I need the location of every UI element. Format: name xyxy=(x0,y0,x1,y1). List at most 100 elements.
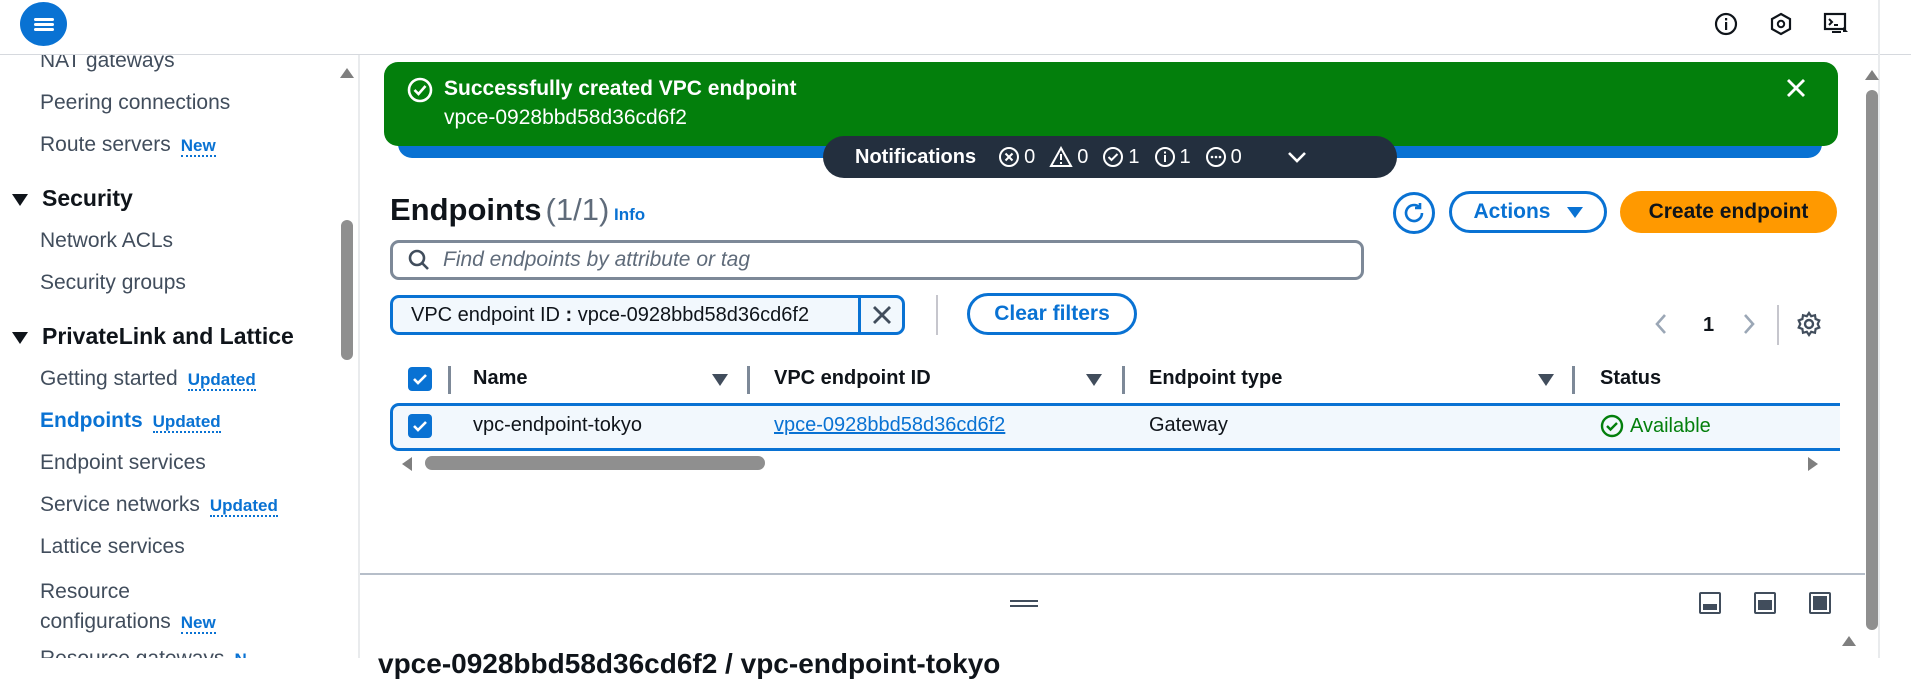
warning-count: 0 xyxy=(1049,146,1088,169)
item-count: (1/1) xyxy=(545,192,610,227)
chevron-down-icon[interactable] xyxy=(1286,150,1308,164)
status-badge: Available xyxy=(1600,414,1711,438)
create-endpoint-button[interactable]: Create endpoint xyxy=(1620,191,1837,233)
split-panel-border xyxy=(360,573,1865,575)
column-separator[interactable] xyxy=(747,366,750,394)
search-placeholder: Find endpoints by attribute or tag xyxy=(443,248,751,271)
caret-down-icon xyxy=(1566,206,1583,218)
drag-handle-icon[interactable] xyxy=(1010,597,1038,610)
in-progress-count: 0 xyxy=(1205,146,1242,169)
column-header-status[interactable]: Status xyxy=(1600,367,1661,390)
scroll-up-arrow-icon[interactable] xyxy=(340,68,354,78)
gear-icon[interactable] xyxy=(1795,310,1823,338)
divider xyxy=(1777,305,1779,345)
panel-full-icon[interactable] xyxy=(1809,592,1831,614)
sidebar-item-network-acls[interactable]: Network ACLs xyxy=(40,229,173,253)
info-count: 1 xyxy=(1154,146,1191,169)
collapse-caret-icon xyxy=(12,331,28,344)
scroll-up-arrow-icon[interactable] xyxy=(1865,70,1879,80)
actions-dropdown-button[interactable]: Actions xyxy=(1449,191,1607,233)
top-navigation-bar xyxy=(0,0,1911,55)
close-icon[interactable] xyxy=(1782,74,1810,102)
cell-vpc-endpoint-id-link[interactable]: vpce-0928bbd58d36cd6f2 xyxy=(774,414,1005,437)
scroll-up-arrow-icon[interactable] xyxy=(1842,636,1856,646)
cell-endpoint-type: Gateway xyxy=(1149,414,1228,436)
section-privatelink[interactable]: PrivateLink and Lattice xyxy=(12,323,294,350)
sidebar-scrollbar[interactable] xyxy=(341,220,353,360)
scroll-right-arrow-icon[interactable] xyxy=(1808,457,1818,471)
split-panel-title: vpce-0928bbd58d36cd6f2 / vpc-endpoint-to… xyxy=(378,648,1001,679)
table-horizontal-scrollbar[interactable] xyxy=(425,456,765,470)
sidebar-item-route-servers[interactable]: Route servers New xyxy=(40,133,216,157)
feedback-hexagon-icon[interactable] xyxy=(1767,10,1795,38)
filter-token[interactable]: VPC endpoint ID : vpce-0928bbd58d36cd6f2 xyxy=(390,295,905,335)
panel-bottom-icon[interactable] xyxy=(1699,592,1721,614)
sidebar-item-peering-connections[interactable]: Peering connections xyxy=(40,91,230,115)
success-flash-message: Successfully created VPC endpoint vpce-0… xyxy=(384,62,1838,146)
info-link[interactable]: Info xyxy=(614,205,645,225)
column-separator[interactable] xyxy=(1122,366,1125,394)
checkmark-icon xyxy=(413,374,427,385)
new-badge: New xyxy=(180,136,216,157)
chevron-right-icon[interactable] xyxy=(1741,312,1757,336)
notifications-label: Notifications xyxy=(855,145,977,168)
sidebar-item-nat-gateways[interactable]: NAT gateways xyxy=(40,55,175,73)
column-header-vpc-endpoint-id[interactable]: VPC endpoint ID xyxy=(774,367,931,390)
sidebar-item-resource-configurations[interactable]: Resource configurations New xyxy=(40,577,216,638)
column-separator[interactable] xyxy=(1572,366,1575,394)
sidebar-navigation: NAT gateways Peering connections Route s… xyxy=(0,55,358,658)
close-icon xyxy=(872,306,891,324)
hamburger-menu-icon[interactable] xyxy=(20,2,67,46)
new-badge: N xyxy=(234,650,247,658)
sidebar-item-getting-started[interactable]: Getting started Updated xyxy=(40,367,256,391)
updated-badge: Updated xyxy=(209,496,278,517)
sort-icon[interactable] xyxy=(712,374,728,386)
row-checkbox[interactable] xyxy=(408,414,432,438)
info-icon[interactable] xyxy=(1712,10,1740,38)
clear-filters-button[interactable]: Clear filters xyxy=(967,293,1137,335)
main-scrollbar[interactable] xyxy=(1866,90,1878,630)
notifications-bar[interactable]: Notifications 0 0 1 1 0 xyxy=(823,136,1397,178)
page-number[interactable]: 1 xyxy=(1703,314,1714,337)
cell-name: vpc-endpoint-tokyo xyxy=(473,414,642,436)
new-badge: New xyxy=(180,613,216,634)
remove-filter-button[interactable] xyxy=(858,298,902,332)
status-check-icon xyxy=(1600,414,1624,438)
chevron-left-icon[interactable] xyxy=(1653,312,1669,336)
sidebar-item-endpoints[interactable]: Endpoints Updated xyxy=(40,409,221,433)
scroll-left-arrow-icon[interactable] xyxy=(402,457,412,471)
refresh-icon xyxy=(1404,203,1424,223)
filter-token-value: vpce-0928bbd58d36cd6f2 xyxy=(577,303,810,326)
sidebar-item-resource-gateways[interactable]: Resource gatewaysN xyxy=(40,647,247,658)
warning-icon xyxy=(1049,146,1073,167)
error-count: 0 xyxy=(998,146,1035,169)
column-header-name[interactable]: Name xyxy=(473,367,527,390)
info-icon xyxy=(1154,147,1175,167)
sidebar-item-endpoint-services[interactable]: Endpoint services xyxy=(40,451,206,475)
success-count: 1 xyxy=(1102,146,1140,169)
updated-badge: Updated xyxy=(187,370,256,391)
checkmark-icon xyxy=(413,421,427,432)
sidebar-item-security-groups[interactable]: Security groups xyxy=(40,271,186,295)
select-all-checkbox[interactable] xyxy=(408,367,432,391)
flash-title: Successfully created VPC endpoint xyxy=(444,77,797,100)
collapse-caret-icon xyxy=(12,193,28,206)
refresh-button[interactable] xyxy=(1393,192,1435,234)
sort-icon[interactable] xyxy=(1538,374,1554,386)
search-input[interactable]: Find endpoints by attribute or tag xyxy=(390,240,1364,280)
in-progress-icon xyxy=(1205,147,1226,167)
divider xyxy=(936,295,938,335)
window-edge xyxy=(1878,0,1880,658)
sidebar-item-lattice-services[interactable]: Lattice services xyxy=(40,535,185,559)
filter-token-key: VPC endpoint ID xyxy=(411,303,560,326)
page-title: Endpoints (1/1) xyxy=(390,192,610,227)
error-icon xyxy=(999,147,1020,167)
column-header-endpoint-type[interactable]: Endpoint type xyxy=(1149,367,1282,390)
sidebar-item-service-networks[interactable]: Service networks Updated xyxy=(40,493,278,517)
sort-icon[interactable] xyxy=(1086,374,1102,386)
column-separator xyxy=(448,366,451,394)
panel-side-icon[interactable] xyxy=(1754,592,1776,614)
sidebar-divider xyxy=(358,55,360,658)
cloudshell-icon[interactable] xyxy=(1822,10,1850,38)
section-security[interactable]: Security xyxy=(12,185,133,212)
